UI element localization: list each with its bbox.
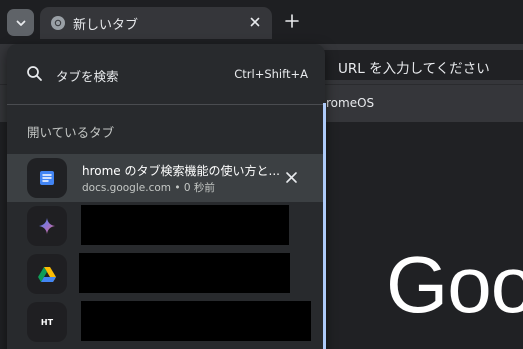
tab-item-subtitle: docs.google.com • 0 秒前 (82, 182, 215, 194)
tab-search-popup: タブを検索 Ctrl+Shift+A 開いているタブ hrome のタブ検索機能… (7, 44, 325, 349)
redacted-tab-title (81, 205, 289, 245)
tab-strip: 新しいタブ (0, 0, 523, 44)
google-drive-icon (38, 267, 56, 282)
redacted-tab-title (81, 301, 311, 341)
google-docs-icon (40, 171, 54, 185)
tab-new-tab[interactable]: 新しいタブ (40, 7, 272, 39)
bookmark-item[interactable]: romeOS (326, 96, 374, 110)
gemini-icon (39, 218, 55, 234)
favicon (27, 158, 67, 198)
close-icon[interactable] (248, 15, 262, 29)
scrollbar[interactable] (323, 103, 326, 349)
search-input[interactable]: タブを検索 (56, 66, 119, 85)
tab-item-title: hrome のタブ検索機能の使い方と... (82, 164, 280, 178)
search-icon (27, 66, 42, 81)
redacted-tab-title (79, 253, 290, 293)
divider (7, 104, 325, 105)
favicon: HT (27, 302, 67, 342)
plus-icon[interactable] (283, 12, 301, 30)
list-item[interactable]: hrome のタブ検索機能の使い方と... docs.google.com • … (7, 154, 325, 202)
favicon (27, 254, 67, 294)
tab-search-field[interactable]: タブを検索 Ctrl+Shift+A (7, 44, 325, 104)
ht-icon: HT (40, 317, 54, 327)
tab-search-button[interactable] (7, 9, 34, 36)
favicon (27, 206, 67, 246)
keyboard-shortcut: Ctrl+Shift+A (234, 67, 308, 81)
tab-title: 新しいタブ (73, 18, 139, 33)
google-logo: Goo (386, 240, 523, 329)
omnibox-placeholder: URL を入力してください (338, 61, 490, 77)
list-item[interactable]: HT (7, 298, 325, 346)
chrome-icon (51, 16, 65, 30)
section-title-open-tabs: 開いているタブ (27, 125, 115, 140)
chevron-down-icon (16, 20, 25, 26)
list-item[interactable] (7, 250, 325, 298)
list-item[interactable] (7, 202, 325, 250)
close-icon[interactable] (283, 169, 300, 186)
